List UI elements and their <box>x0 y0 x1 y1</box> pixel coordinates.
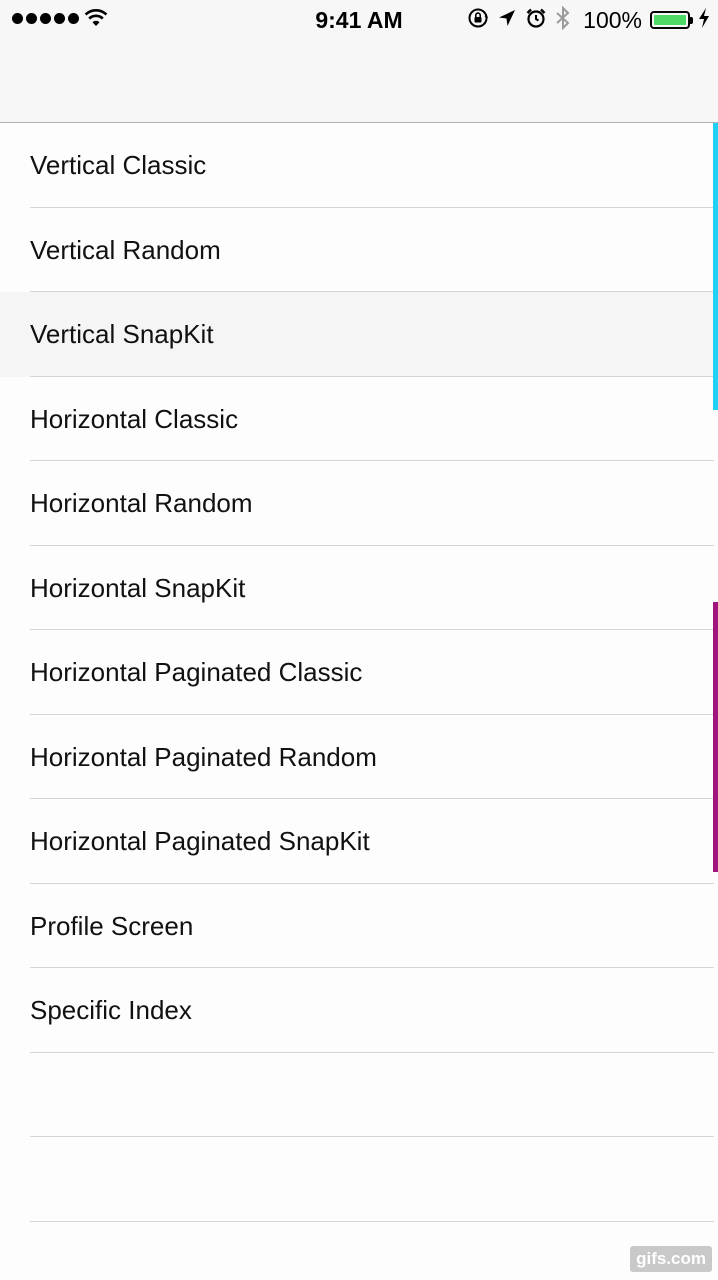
list-item-label: Horizontal SnapKit <box>30 572 246 603</box>
list-item-vertical-snapkit[interactable]: Vertical SnapKit <box>0 292 718 377</box>
list-item-profile-screen[interactable]: Profile Screen <box>0 883 718 968</box>
charging-bolt-icon <box>698 7 710 33</box>
watermark: gifs.com <box>630 1246 712 1272</box>
list-item-label: Horizontal Paginated SnapKit <box>30 826 370 856</box>
list-item-horizontal-classic[interactable]: Horizontal Classic <box>0 376 718 461</box>
list-item-vertical-classic[interactable]: Vertical Classic <box>0 123 718 208</box>
orientation-lock-icon <box>467 7 489 34</box>
alarm-icon <box>525 7 547 34</box>
list-item-label: Profile Screen <box>30 910 194 941</box>
list-item-vertical-random[interactable]: Vertical Random <box>0 207 718 292</box>
list-item-horizontal-snapkit[interactable]: Horizontal SnapKit <box>0 545 718 630</box>
battery-percentage: 100% <box>583 6 642 33</box>
list-item-horizontal-paginated-random[interactable]: Horizontal Paginated Random <box>0 714 718 799</box>
status-bar: 9:41 AM 100% <box>0 0 718 40</box>
list-item-label: Vertical Classic <box>30 150 207 180</box>
menu-list: Vertical Classic Vertical Random Vertica… <box>0 123 718 1222</box>
cyan-accent-bar <box>713 123 718 410</box>
bluetooth-icon <box>555 5 571 35</box>
list-item-label: Horizontal Paginated Classic <box>30 657 363 687</box>
list-item-horizontal-random[interactable]: Horizontal Random <box>0 461 718 546</box>
list-item-label: Vertical SnapKit <box>30 319 214 349</box>
list-item-label: Specific Index <box>30 995 192 1025</box>
list-item-horizontal-paginated-snapkit[interactable]: Horizontal Paginated SnapKit <box>0 799 718 884</box>
battery-icon <box>650 11 693 29</box>
purple-accent-bar <box>713 602 718 872</box>
list-item-label: Horizontal Classic <box>30 403 239 434</box>
list-item-label: Vertical Random <box>30 234 221 265</box>
empty-row <box>0 1052 718 1137</box>
list-item-label: Horizontal Paginated Random <box>30 741 377 772</box>
list-item-horizontal-paginated-classic[interactable]: Horizontal Paginated Classic <box>0 630 718 715</box>
screen: 9:41 AM 100% Vertical Classic Vertical R… <box>0 0 718 1280</box>
status-indicators: 100% <box>467 5 710 35</box>
list-item-specific-index[interactable]: Specific Index <box>0 968 718 1053</box>
location-arrow-icon <box>497 8 517 33</box>
row-separator <box>30 1220 714 1222</box>
empty-row <box>0 1137 718 1222</box>
list-item-label: Horizontal Random <box>30 488 253 518</box>
